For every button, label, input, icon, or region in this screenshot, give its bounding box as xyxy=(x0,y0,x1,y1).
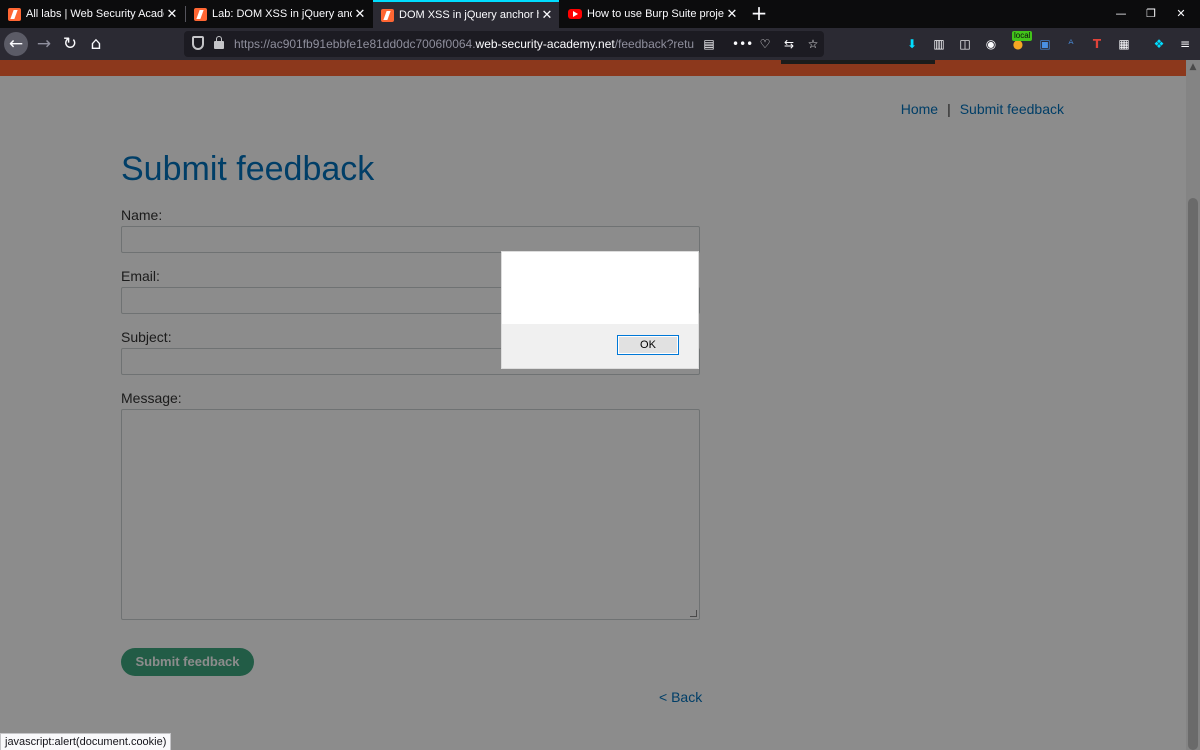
tab-title: All labs | Web Security Academy xyxy=(26,8,164,20)
alert-dialog: OK xyxy=(501,251,699,369)
new-tab-button[interactable]: + xyxy=(748,2,770,26)
alert-message xyxy=(502,252,698,324)
ok-button[interactable]: OK xyxy=(617,335,679,355)
language-extension-icon[interactable]: ᴬ xyxy=(1062,35,1080,53)
translate-extension-icon[interactable]: ▣ xyxy=(1036,35,1054,53)
portswigger-icon xyxy=(381,8,394,22)
downloads-icon[interactable]: ⬇ xyxy=(903,35,921,53)
home-icon[interactable]: ⌂ xyxy=(84,32,108,56)
url-path: /feedback?returnPat xyxy=(614,37,694,51)
forward-arrow-icon[interactable]: → xyxy=(32,32,56,56)
tracking-shield-icon[interactable] xyxy=(192,36,204,50)
tab-burp-video[interactable]: How to use Burp Suite projects ✕ xyxy=(560,0,744,28)
tab-title: Lab: DOM XSS in jQuery anchor href xyxy=(212,8,352,20)
modal-overlay xyxy=(0,60,1200,750)
youtube-icon xyxy=(568,9,582,19)
link-status-bar: javascript:alert(document.cookie) xyxy=(0,733,172,750)
menu-icon[interactable]: ≡ xyxy=(1176,35,1194,53)
extension-badge: local xyxy=(1012,31,1033,41)
minimize-button[interactable]: — xyxy=(1104,0,1138,28)
bookmark-star-icon[interactable]: ☆ xyxy=(804,35,822,53)
page-actions-icon[interactable]: ••• xyxy=(732,35,753,53)
tab-dom-xss-active[interactable]: DOM XSS in jQuery anchor href ✕ xyxy=(373,0,559,28)
address-bar[interactable]: https://ac901fb91ebbfe1e81dd0dc7006f0064… xyxy=(184,31,824,57)
account-icon[interactable]: ◉ xyxy=(982,35,1000,53)
tab-title: How to use Burp Suite projects xyxy=(587,8,724,20)
tab-lab-dom-xss[interactable]: Lab: DOM XSS in jQuery anchor href ✕ xyxy=(186,0,372,28)
close-icon[interactable]: ✕ xyxy=(724,7,740,22)
url-prefix: https://ac901fb91ebbfe1e81dd0dc7006f0064… xyxy=(234,37,476,51)
pocket-icon[interactable]: ♡ xyxy=(756,35,774,53)
close-icon[interactable]: ✕ xyxy=(352,7,368,22)
alert-footer: OK xyxy=(502,324,698,368)
grid-extension-icon[interactable]: ▦ xyxy=(1115,35,1133,53)
url-host: web-security-academy.net xyxy=(475,37,615,51)
back-arrow-icon[interactable]: ← xyxy=(4,32,28,56)
url-text[interactable]: https://ac901fb91ebbfe1e81dd0dc7006f0064… xyxy=(234,31,694,57)
window-close-button[interactable]: ✕ xyxy=(1164,0,1198,28)
reload-icon[interactable]: ↻ xyxy=(58,32,82,56)
tab-all-labs[interactable]: All labs | Web Security Academy ✕ xyxy=(0,0,184,28)
tab-title: DOM XSS in jQuery anchor href xyxy=(399,9,539,21)
t-extension-icon[interactable]: T xyxy=(1088,35,1106,53)
tab-strip: All labs | Web Security Academy ✕ Lab: D… xyxy=(0,0,1200,28)
reader-view-icon[interactable]: ▤ xyxy=(700,35,718,53)
sidebar-icon[interactable]: ◫ xyxy=(956,35,974,53)
lock-icon[interactable] xyxy=(214,36,224,49)
extensions-icon[interactable]: ❖ xyxy=(1150,35,1168,53)
translate-icon[interactable]: ⇆ xyxy=(780,35,798,53)
library-icon[interactable]: ▥ xyxy=(930,35,948,53)
portswigger-icon xyxy=(194,7,207,21)
close-icon[interactable]: ✕ xyxy=(164,7,180,22)
portswigger-icon xyxy=(8,7,21,21)
restore-button[interactable]: ❐ xyxy=(1134,0,1168,28)
close-icon[interactable]: ✕ xyxy=(539,8,555,23)
